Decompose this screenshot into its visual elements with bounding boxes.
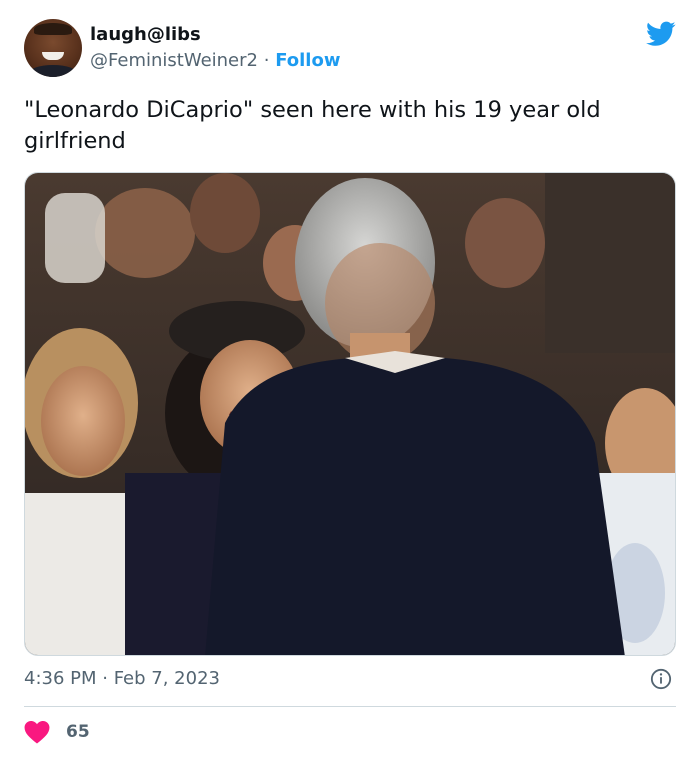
like-action[interactable]: 65: [24, 719, 90, 745]
avatar-smile: [42, 52, 64, 60]
crowd-photo-image: [25, 173, 675, 655]
tweet-card: laugh@libs @FeministWeiner2 · Follow "Le…: [0, 0, 700, 759]
heart-icon[interactable]: [24, 720, 50, 744]
avatar-shirt: [28, 65, 78, 77]
tweet-timestamp[interactable]: 4:36 PM · Feb 7, 2023: [24, 668, 220, 689]
handle-separator: ·: [263, 50, 270, 71]
tweet-photo[interactable]: [24, 172, 676, 656]
avatar[interactable]: [24, 19, 82, 77]
info-icon[interactable]: [650, 668, 672, 690]
avatar-hair: [34, 23, 72, 35]
follow-button[interactable]: Follow: [275, 50, 340, 71]
like-count: 65: [66, 722, 90, 742]
author-display-name[interactable]: laugh@libs: [90, 24, 201, 45]
divider: [24, 706, 676, 707]
twitter-bird-icon[interactable]: [646, 21, 676, 47]
tweet-text: "Leonardo DiCaprio" seen here with his 1…: [24, 97, 601, 154]
author-handle-row: @FeministWeiner2 · Follow: [90, 50, 340, 71]
author-handle[interactable]: @FeministWeiner2: [90, 50, 258, 71]
